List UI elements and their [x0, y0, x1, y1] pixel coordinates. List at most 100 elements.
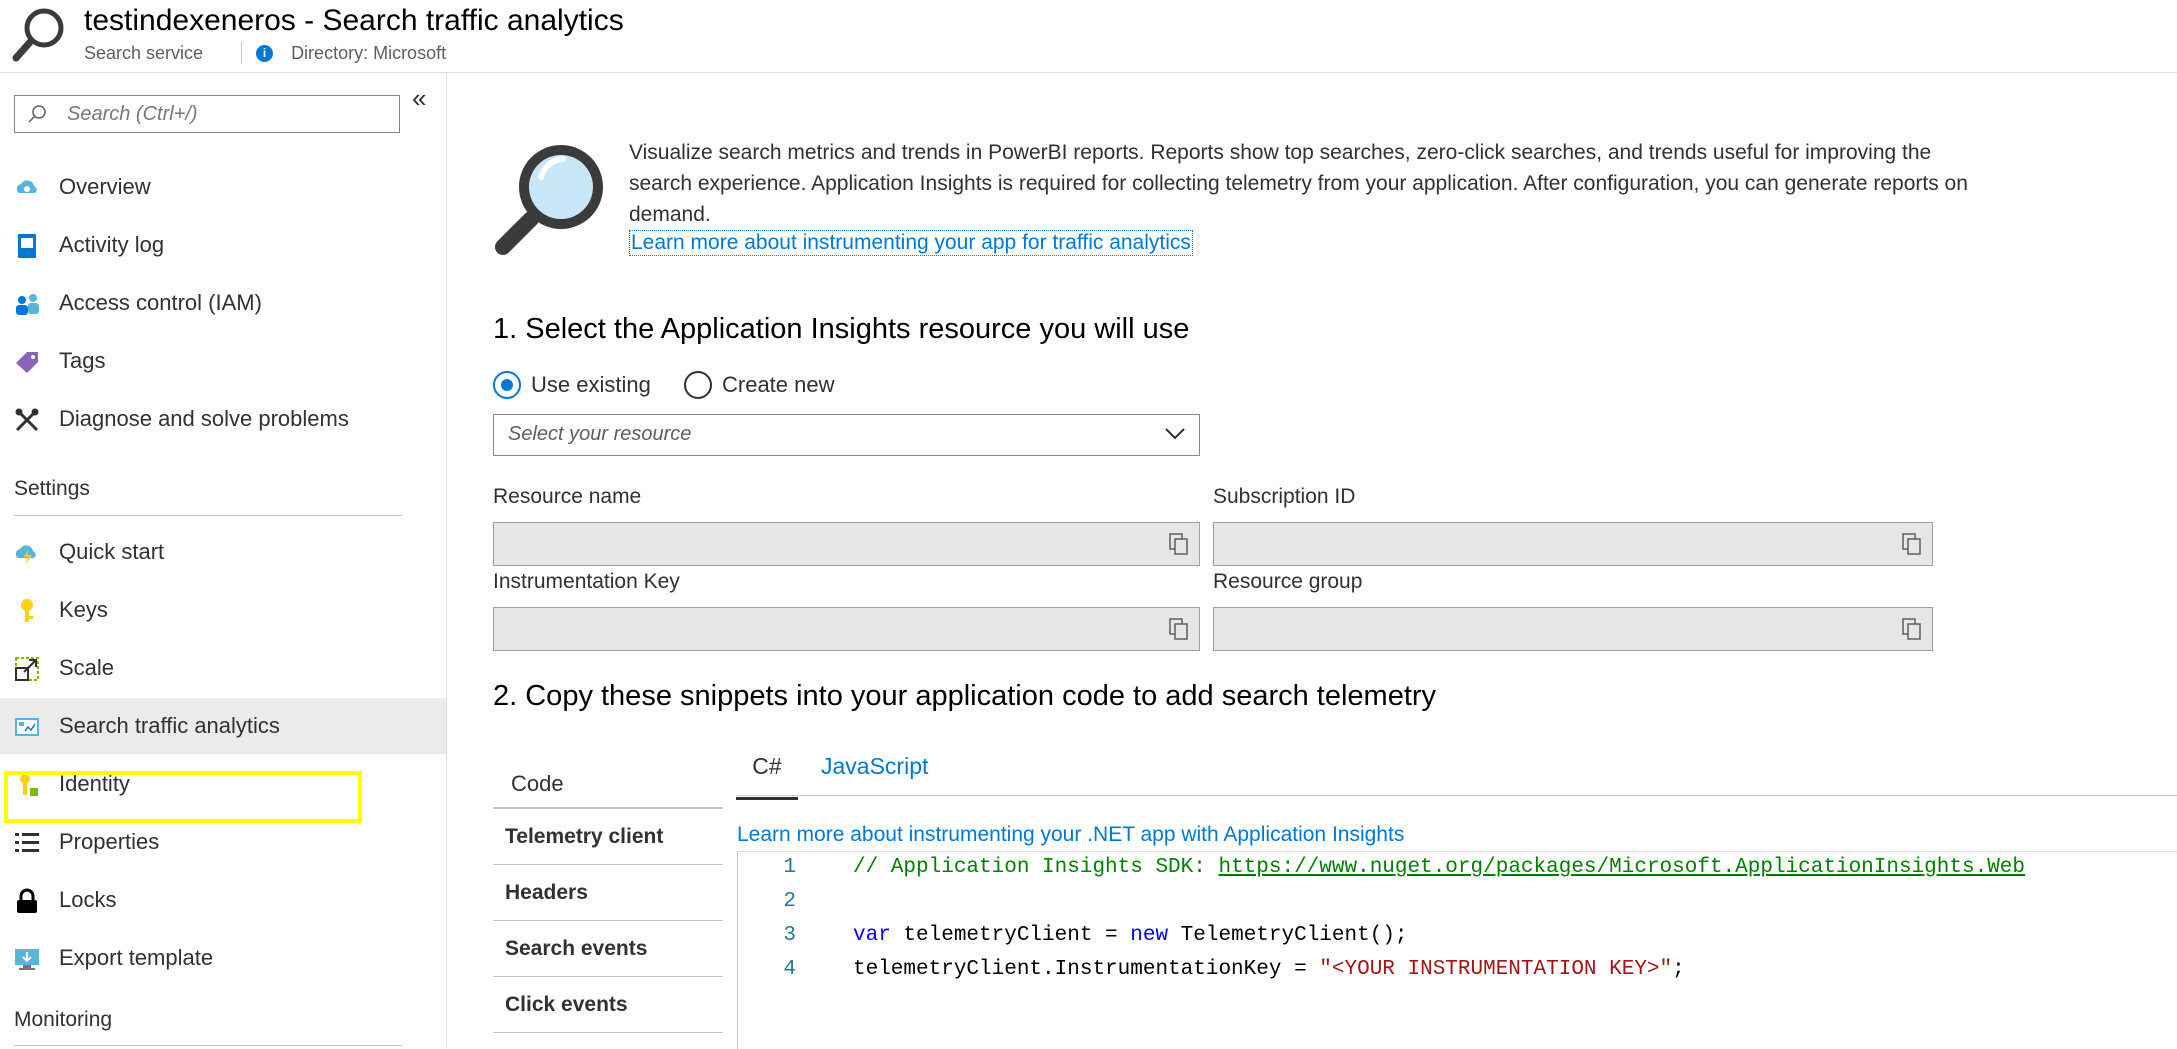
dropdown-placeholder: Select your resource	[508, 423, 692, 445]
code-keyword: var	[853, 924, 891, 947]
sidebar-item-tags[interactable]: Tags	[0, 333, 446, 389]
analytics-icon	[15, 718, 39, 736]
scale-icon	[15, 657, 39, 681]
instrumentation-key-label: Instrumentation Key	[493, 570, 680, 593]
code-text: ;	[1672, 958, 1685, 981]
copy-icon[interactable]	[1169, 618, 1189, 640]
tab-javascript[interactable]: JavaScript	[821, 753, 928, 797]
sidebar-item-label: Access control (IAM)	[59, 290, 262, 315]
code-text: telemetryClient =	[890, 924, 1131, 947]
settings-divider	[14, 515, 402, 516]
people-icon	[16, 294, 39, 315]
copy-icon[interactable]	[1902, 533, 1922, 555]
page-title: testindexeneros - Search traffic analyti…	[84, 4, 624, 37]
directory-label: Directory: Microsoft	[291, 42, 447, 63]
sidebar-item-label: Search traffic analytics	[59, 713, 280, 738]
sidebar-item-label: Quick start	[59, 539, 165, 564]
export-template-icon	[15, 949, 39, 970]
resource-menu: « Overview Activity log Access control (…	[0, 73, 447, 1048]
code-nav-telemetry-client[interactable]: Telemetry client	[493, 809, 723, 865]
radio-selected-icon	[493, 371, 521, 399]
line-number: 3	[783, 924, 796, 947]
subscription-id-label: Subscription ID	[1213, 485, 1356, 508]
sidebar-item-label: Diagnose and solve problems	[59, 406, 349, 431]
sidebar-item-locks[interactable]: Locks	[0, 872, 446, 928]
resource-name-label: Resource name	[493, 485, 642, 508]
menu-search-input[interactable]	[67, 98, 387, 130]
radio-label: Create new	[722, 372, 835, 397]
sidebar-item-quick-start[interactable]: Quick start	[0, 524, 446, 580]
radio-unselected-icon	[684, 371, 712, 399]
code-editor[interactable]: 1 // Application Insights SDK: https://w…	[737, 851, 2177, 1049]
monitoring-section-header: Monitoring	[14, 1008, 113, 1031]
sidebar-item-label: Scale	[59, 655, 115, 680]
learn-more-dotnet-link[interactable]: Learn more about instrumenting your .NET…	[737, 823, 1404, 847]
step2-heading: 2. Copy these snippets into your applica…	[493, 680, 1437, 712]
wrench-icon	[15, 408, 39, 432]
sidebar-item-keys[interactable]: Keys	[0, 582, 446, 638]
step1-heading: 1. Select the Application Insights resou…	[493, 313, 1190, 345]
resource-group-label: Resource group	[1213, 570, 1363, 593]
sidebar-item-label: Export template	[59, 945, 214, 970]
code-nav-headers[interactable]: Headers	[493, 865, 723, 921]
sidebar-item-diagnose[interactable]: Diagnose and solve problems	[0, 391, 446, 447]
resource-group-field[interactable]	[1213, 607, 1933, 651]
sidebar-item-export-template[interactable]: Export template	[0, 930, 446, 986]
monitoring-divider	[14, 1045, 402, 1046]
main-content: Visualize search metrics and trends in P…	[447, 73, 2177, 1049]
sidebar-item-label: Tags	[59, 348, 106, 373]
radio-label: Use existing	[531, 372, 651, 397]
tag-icon	[16, 352, 38, 373]
subscription-id-field[interactable]	[1213, 522, 1933, 566]
sidebar-item-label: Overview	[59, 174, 151, 199]
sidebar-item-activity-log[interactable]: Activity log	[0, 217, 446, 273]
resource-dropdown[interactable]: Select your resource	[493, 414, 1200, 456]
key-icon	[21, 599, 33, 622]
collapse-menu-icon[interactable]: «	[412, 83, 426, 114]
resource-type: Search service	[84, 42, 204, 63]
code-text: TelemetryClient();	[1168, 924, 1408, 947]
sidebar-item-label: Properties	[59, 829, 160, 854]
code-string: "<YOUR INSTRUMENTATION KEY>"	[1319, 958, 1673, 981]
instrumentation-key-field[interactable]	[493, 607, 1200, 651]
code-keyword: new	[1130, 924, 1169, 947]
tab-csharp[interactable]: C#	[736, 753, 798, 800]
tab-underline-divider	[736, 795, 2177, 796]
sidebar-item-search-traffic-analytics[interactable]: Search traffic analytics	[0, 698, 446, 754]
menu-search-box[interactable]	[14, 95, 400, 133]
settings-section-header: Settings	[14, 477, 90, 500]
line-number: 4	[783, 958, 796, 981]
sidebar-item-label: Locks	[59, 887, 117, 912]
activity-log-icon	[18, 234, 36, 258]
lock-icon	[17, 888, 37, 913]
use-existing-radio[interactable]: Use existing	[493, 371, 651, 399]
sidebar-item-scale[interactable]: Scale	[0, 640, 446, 696]
selection-highlight	[4, 771, 362, 823]
learn-more-traffic-analytics-link[interactable]: Learn more about instrumenting your app …	[629, 230, 1193, 256]
sidebar-item-label: Keys	[59, 597, 108, 622]
subtitle-divider	[241, 42, 243, 64]
code-nav-search-events[interactable]: Search events	[493, 921, 723, 977]
list-icon	[15, 833, 39, 852]
sidebar-item-access-control[interactable]: Access control (IAM)	[0, 275, 446, 331]
cloud-lightning-icon	[15, 545, 36, 564]
sidebar-item-label: Activity log	[59, 232, 165, 257]
info-icon[interactable]: i	[256, 44, 274, 62]
cloud-overview-icon	[16, 180, 37, 193]
copy-icon[interactable]	[1902, 618, 1922, 640]
search-service-icon	[12, 8, 64, 62]
intro-text: Visualize search metrics and trends in P…	[629, 141, 1968, 226]
sidebar-item-overview[interactable]: Overview	[0, 159, 446, 215]
code-text: telemetryClient.InstrumentationKey =	[853, 958, 1320, 981]
line-number: 2	[783, 890, 796, 913]
magnifier-icon	[495, 145, 603, 255]
line-number: 1	[783, 856, 796, 879]
page-subtitle: Search service i Directory: Microsoft	[84, 42, 446, 64]
copy-icon[interactable]	[1169, 533, 1189, 555]
code-nav-click-events[interactable]: Click events	[493, 977, 723, 1033]
create-new-radio[interactable]: Create new	[684, 371, 835, 399]
code-comment: // Application Insights SDK:	[853, 856, 1219, 879]
nuget-url-link[interactable]: https://www.nuget.org/packages/Microsoft…	[1218, 856, 2025, 879]
code-nav-header: Code	[493, 753, 723, 809]
resource-name-field[interactable]	[493, 522, 1200, 566]
